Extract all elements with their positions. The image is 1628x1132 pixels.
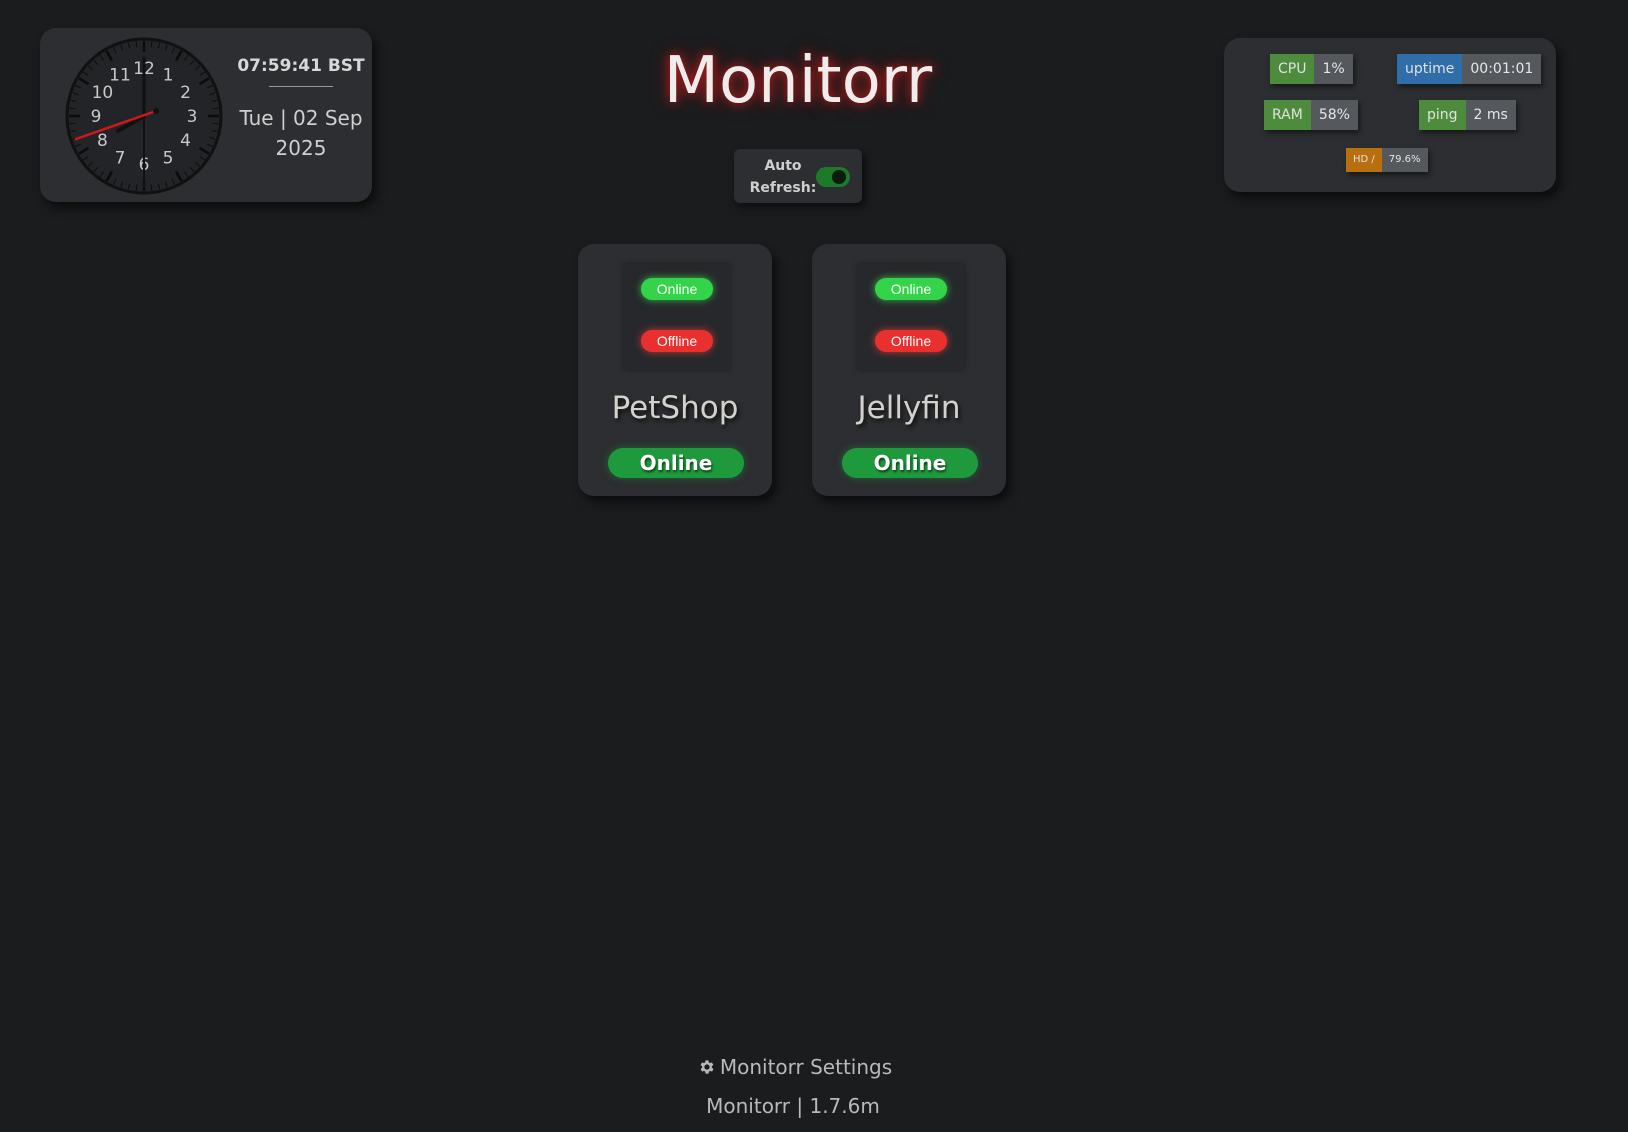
ram-badge: RAM 58% — [1264, 100, 1358, 130]
clock-tick — [150, 184, 153, 191]
ram-label: RAM — [1264, 100, 1311, 130]
version-text: Monitorr | 1.7.6m — [706, 1094, 880, 1118]
service-card-petshop: Online Offline PetShop Online — [578, 244, 772, 496]
auto-refresh-panel: Auto Refresh: — [734, 149, 862, 203]
clock-numeral: 8 — [97, 131, 108, 151]
clock-tick — [212, 122, 219, 125]
online-indicator: Online — [875, 278, 947, 300]
service-card-jellyfin: Online Offline Jellyfin Online — [812, 244, 1006, 496]
uptime-value: 00:01:01 — [1462, 54, 1542, 84]
offline-indicator: Offline — [875, 330, 947, 352]
clock-numeral: 4 — [180, 131, 191, 151]
hd-badge: HD / 79.6% — [1346, 148, 1428, 172]
uptime-label: uptime — [1397, 54, 1463, 84]
auto-refresh-label: Auto Refresh: — [749, 158, 817, 196]
service-logo[interactable]: Online Offline — [624, 264, 730, 370]
ping-value: 2 ms — [1465, 100, 1516, 130]
cpu-badge: CPU 1% — [1270, 54, 1353, 84]
hd-label: HD / — [1346, 148, 1382, 172]
service-name: PetShop — [611, 390, 739, 426]
hd-value: 79.6% — [1381, 148, 1428, 172]
clock-numeral: 7 — [115, 149, 126, 169]
clock-tick — [135, 184, 138, 191]
ram-value: 58% — [1310, 100, 1358, 130]
auto-refresh-toggle[interactable] — [816, 167, 850, 187]
settings-link[interactable]: Monitorr Settings — [0, 1055, 1590, 1079]
gear-icon — [700, 1060, 714, 1074]
settings-label: Monitorr Settings — [719, 1055, 893, 1079]
uptime-badge: uptime 00:01:01 — [1397, 54, 1542, 84]
cpu-label: CPU — [1270, 54, 1315, 84]
toggle-knob — [832, 170, 846, 184]
online-indicator: Online — [641, 278, 713, 300]
system-stats-panel: CPU 1% uptime 00:01:01 RAM 58% ping 2 ms… — [1224, 38, 1556, 192]
clock-numeral: 5 — [163, 149, 174, 169]
service-logo[interactable]: Online Offline — [858, 264, 964, 370]
ping-badge: ping 2 ms — [1419, 100, 1516, 130]
ping-label: ping — [1419, 100, 1466, 130]
cpu-value: 1% — [1314, 54, 1353, 84]
clock-tick — [69, 122, 76, 125]
service-name: Jellyfin — [857, 390, 961, 426]
service-status-button[interactable]: Online — [842, 448, 978, 478]
monitorr-page: 121234567891011 07:59:41 BST Tue | 02 Se… — [0, 0, 1628, 1132]
offline-indicator: Offline — [641, 330, 713, 352]
service-status-button[interactable]: Online — [608, 448, 744, 478]
